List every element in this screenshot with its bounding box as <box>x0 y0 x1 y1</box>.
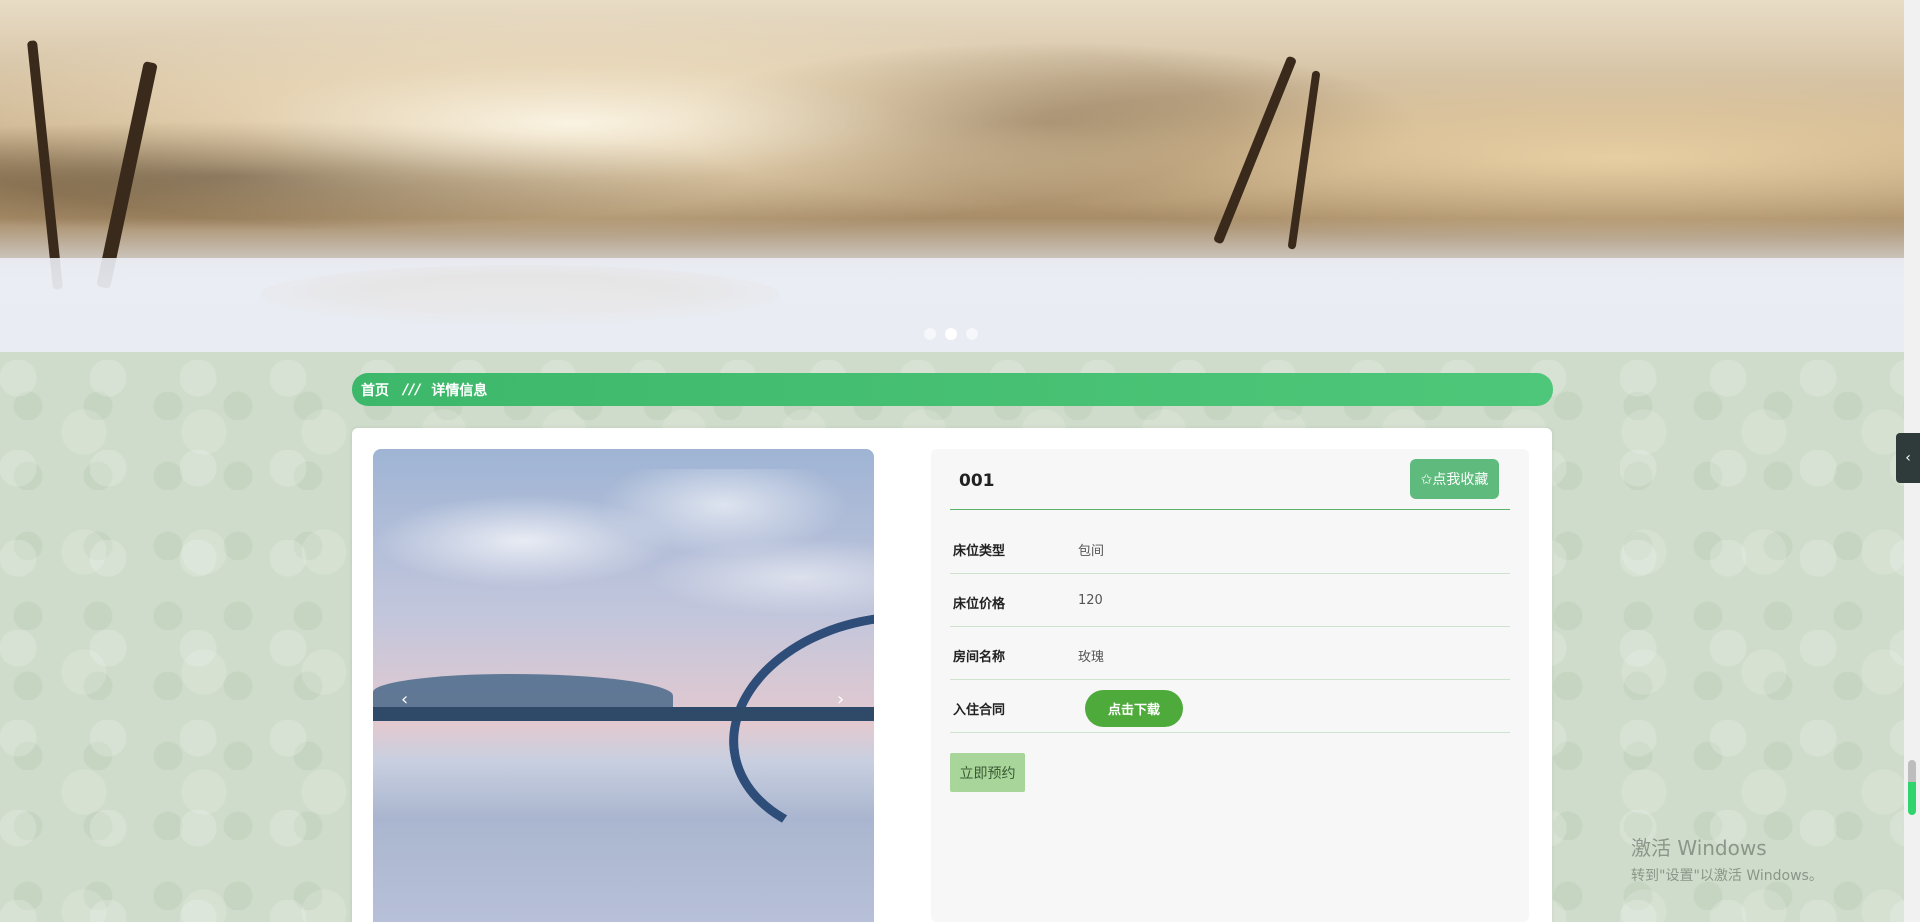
watermark-line1: 激活 Windows <box>1631 836 1767 860</box>
favorite-button[interactable]: ✩点我收藏 <box>1410 459 1499 499</box>
windows-activation-watermark: 激活 Windows 转到"设置"以激活 Windows。 <box>1631 832 1823 885</box>
field-label: 房间名称 <box>953 650 1006 665</box>
bed-title: 001 <box>959 471 995 491</box>
field-label: 床位价格 <box>953 597 1006 612</box>
field-value: 120 <box>1078 593 1103 608</box>
download-button[interactable]: 点击下载 <box>1085 690 1183 727</box>
field-row-bed-type: 床位类型 包间 <box>950 521 1510 574</box>
banner-tree <box>26 40 64 290</box>
field-row-room-name: 房间名称 玫瑰 <box>950 627 1510 680</box>
breadcrumb-separator: /// <box>403 381 422 398</box>
watermark-line2: 转到"设置"以激活 Windows。 <box>1631 868 1823 884</box>
field-value: 玫瑰 <box>1078 650 1105 665</box>
field-label: 入住合同 <box>953 703 1006 718</box>
field-value: 包间 <box>1078 544 1105 559</box>
banner-carousel[interactable] <box>0 0 1904 352</box>
side-panel-toggle-icon[interactable]: ‹ <box>1896 433 1920 483</box>
gallery-next-icon[interactable]: › <box>837 689 844 710</box>
photo-shore <box>373 707 874 721</box>
breadcrumb: 首页 /// 详情信息 <box>352 373 1553 406</box>
scrollbar-thumb[interactable] <box>1908 760 1916 815</box>
carousel-dot[interactable] <box>924 328 936 340</box>
carousel-dot[interactable] <box>966 328 978 340</box>
carousel-dots[interactable] <box>924 328 978 340</box>
breadcrumb-home[interactable]: 首页 <box>361 380 389 400</box>
gallery-prev-icon[interactable]: ‹ <box>401 689 408 710</box>
field-row-bed-price: 床位价格 120 <box>950 574 1510 627</box>
carousel-dot-active[interactable] <box>945 328 957 340</box>
breadcrumb-current: 详情信息 <box>431 382 488 399</box>
banner-tree <box>1287 70 1321 250</box>
banner-tree <box>96 61 158 289</box>
room-photo: ‹ › <box>373 449 874 922</box>
banner-tree <box>1212 55 1298 245</box>
title-row: 001 ✩点我收藏 <box>950 459 1510 510</box>
book-now-button[interactable]: 立即预约 <box>950 753 1025 792</box>
field-row-contract: 入住合同 点击下载 <box>950 680 1510 733</box>
field-label: 床位类型 <box>953 544 1006 559</box>
photo-clouds <box>373 469 874 649</box>
